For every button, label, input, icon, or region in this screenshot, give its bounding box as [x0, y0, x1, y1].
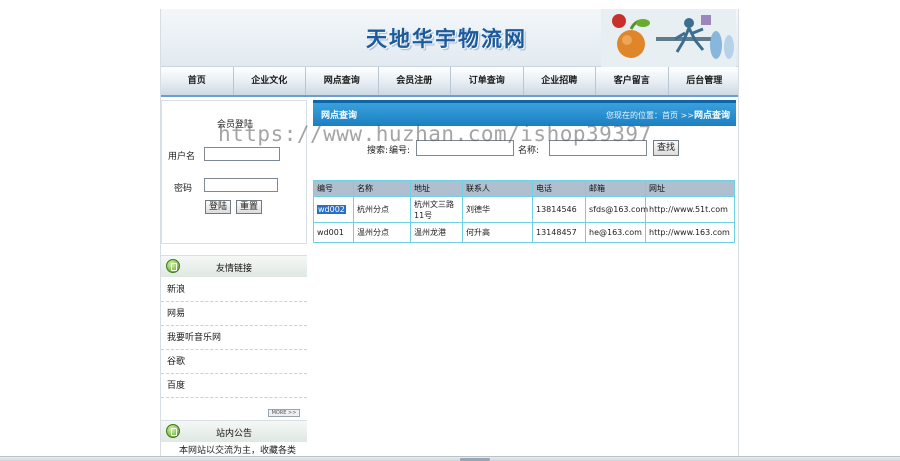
cell-name: 杭州分点 — [353, 196, 411, 223]
link-music[interactable]: 我要听音乐网 — [161, 326, 307, 350]
search-label: 搜索: — [367, 146, 389, 156]
cell-contact: 刘德华 — [462, 196, 533, 223]
name-search-input[interactable] — [549, 140, 647, 156]
logistics-illustration-icon — [601, 9, 736, 67]
cell-address: 温州龙港 — [410, 222, 463, 243]
col-header-phone: 电话 — [532, 180, 586, 197]
search-form: 搜索: 编号: 名称: 查找 — [313, 140, 736, 158]
branch-table: 编号 名称 地址 联系人 电话 邮箱 网址 wd002 杭州分点 杭州文三路11… — [313, 180, 735, 243]
link-baidu[interactable]: 百度 — [161, 374, 307, 398]
name-label: 名称: — [518, 146, 540, 156]
cell-phone: 13148457 — [532, 222, 586, 243]
breadcrumb-current: 网点查询 — [693, 111, 730, 121]
main-content: 网点查询 您现在的位置：首页 >>网点查询 搜索: 编号: 名称: 查找 编号 … — [313, 100, 738, 461]
page-container: 天地华宇物流网 首页 企业文化 网点查询 会员注册 订单查询 企业招聘 客户留言… — [160, 9, 739, 461]
notice-panel-title: 站内公告 — [215, 429, 252, 439]
cell-email: he@163.com — [585, 222, 646, 243]
reset-button[interactable]: 重置 — [236, 200, 263, 214]
main-navigation: 首页 企业文化 网点查询 会员注册 订单查询 企业招聘 客户留言 后台管理 — [161, 67, 739, 97]
nav-branch-query[interactable]: 网点查询 — [306, 67, 379, 95]
more-button[interactable]: MORE >> — [268, 409, 300, 417]
cell-website[interactable]: http://www.163.com — [645, 222, 735, 243]
col-header-address: 地址 — [410, 180, 463, 197]
nav-admin[interactable]: 后台管理 — [669, 67, 739, 95]
links-panel-header: 友情链接 — [161, 255, 307, 277]
col-header-website: 网址 — [645, 180, 735, 197]
link-netease[interactable]: 网易 — [161, 302, 307, 326]
nav-culture[interactable]: 企业文化 — [234, 67, 306, 95]
breadcrumb-prefix: 您现在的位置：首页 >> — [606, 111, 694, 120]
links-panel-title: 友情链接 — [215, 264, 252, 274]
site-banner: 天地华宇物流网 — [161, 9, 738, 67]
password-label: 密码 — [174, 184, 193, 194]
site-title: 天地华宇物流网 — [366, 26, 527, 51]
login-box: 会员登陆 用户名 密码 登陆 重置 — [161, 100, 307, 244]
link-sina[interactable]: 新浪 — [161, 278, 307, 302]
main-header: 网点查询 您现在的位置：首页 >>网点查询 — [313, 100, 736, 126]
nav-recruitment[interactable]: 企业招聘 — [524, 67, 596, 95]
cell-id: wd001 — [313, 222, 354, 243]
table-header-row: 编号 名称 地址 联系人 电话 邮箱 网址 — [313, 180, 735, 197]
main-title: 网点查询 — [321, 111, 358, 121]
horizontal-scrollbar[interactable] — [0, 456, 900, 461]
sidebar: 会员登陆 用户名 密码 登陆 重置 友情链接 新浪 网易 我要听音乐网 谷歌 百… — [161, 100, 307, 461]
cell-contact: 何升高 — [462, 222, 533, 243]
nav-home[interactable]: 首页 — [161, 67, 234, 95]
col-header-name: 名称 — [353, 180, 411, 197]
username-input[interactable] — [204, 147, 280, 161]
cell-name: 温州分点 — [353, 222, 411, 243]
col-header-email: 邮箱 — [585, 180, 646, 197]
table-row: wd001 温州分点 温州龙港 何升高 13148457 he@163.com … — [313, 222, 735, 243]
id-label: 编号: — [389, 146, 411, 156]
col-header-id: 编号 — [313, 180, 354, 197]
nav-register[interactable]: 会员注册 — [379, 67, 451, 95]
login-heading: 会员登陆 — [216, 120, 253, 130]
cell-id[interactable]: wd002 — [313, 196, 354, 223]
nav-order-query[interactable]: 订单查询 — [451, 67, 524, 95]
link-google[interactable]: 谷歌 — [161, 350, 307, 374]
username-label: 用户名 — [168, 152, 196, 162]
nav-guestbook[interactable]: 客户留言 — [596, 67, 669, 95]
col-header-contact: 联系人 — [462, 180, 533, 197]
cell-phone: 13814546 — [532, 196, 586, 223]
cell-website[interactable]: http://www.51t.com — [645, 196, 735, 223]
table-row: wd002 杭州分点 杭州文三路11号 刘德华 13814546 sfds@16… — [313, 196, 735, 223]
search-button[interactable]: 查找 — [653, 140, 680, 156]
notice-panel-header: 站内公告 — [161, 420, 307, 442]
password-input[interactable] — [204, 178, 278, 192]
login-button[interactable]: 登陆 — [205, 200, 232, 214]
cell-email: sfds@163.com — [585, 196, 648, 223]
selected-id-text: wd002 — [317, 205, 346, 214]
breadcrumb: 您现在的位置：首页 >>网点查询 — [606, 108, 730, 121]
friend-links-list: 新浪 网易 我要听音乐网 谷歌 百度 — [161, 278, 307, 398]
id-search-input[interactable] — [416, 140, 514, 156]
cell-address: 杭州文三路11号 — [410, 196, 463, 223]
